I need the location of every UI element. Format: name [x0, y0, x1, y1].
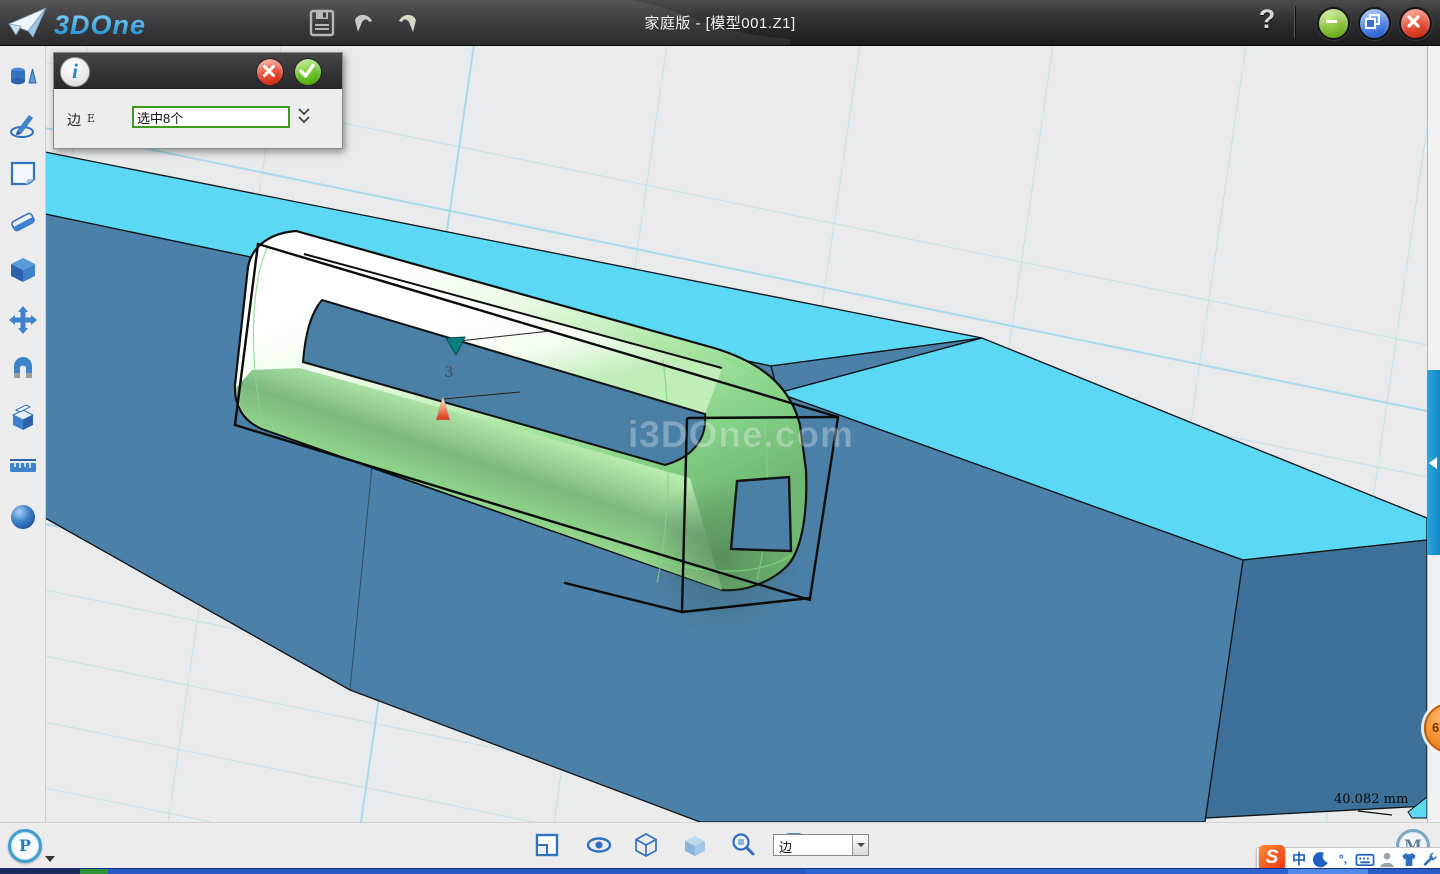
moon-icon[interactable]: [1311, 850, 1331, 869]
keyboard-icon[interactable]: [1355, 850, 1375, 869]
solid-cube-icon[interactable]: [7, 254, 39, 286]
skin-shirt-icon[interactable]: [1399, 850, 1419, 869]
undo-icon[interactable]: [350, 8, 380, 38]
model-end-hole[interactable]: [731, 477, 791, 551]
measure-ruler-icon[interactable]: [7, 451, 39, 483]
material-sphere-icon[interactable]: [7, 501, 39, 533]
redo-icon[interactable]: [391, 8, 421, 38]
collapsed-panel-tab[interactable]: [1427, 370, 1440, 555]
ime-language-toggle[interactable]: 中: [1289, 850, 1309, 869]
dialog-body: 边 E: [54, 89, 342, 148]
close-button[interactable]: [1399, 7, 1432, 40]
paper-plane-icon: [9, 8, 46, 37]
edge-marker-label: 3: [444, 363, 454, 381]
dialog-confirm-button[interactable]: [294, 58, 322, 86]
edge-select-dialog: i 边 E: [53, 52, 343, 149]
punctuation-toggle[interactable]: °,: [1333, 850, 1353, 869]
layout-corner-icon[interactable]: [534, 832, 560, 858]
help-icon[interactable]: ?: [1252, 4, 1282, 40]
view-mode-dropdown[interactable]: 边: [773, 834, 869, 856]
expand-chevron-icon[interactable]: [296, 105, 312, 129]
magnet-icon[interactable]: [7, 352, 39, 384]
edge-field-label: 边: [67, 110, 81, 130]
visibility-eye-icon[interactable]: [586, 832, 612, 858]
edge-field-key: E: [87, 112, 95, 125]
edge-select-input[interactable]: [132, 106, 290, 128]
plugin-badge-left[interactable]: P: [8, 829, 42, 863]
save-icon[interactable]: [307, 8, 337, 38]
sketch-pencil-icon[interactable]: [7, 109, 39, 141]
taskbar-sliver: [0, 868, 1440, 874]
shaded-cube-icon[interactable]: [682, 832, 708, 858]
move-cross-icon[interactable]: [7, 304, 39, 336]
app-logo-text: 3DOne: [54, 10, 146, 40]
titlebar-separator: [1294, 6, 1295, 38]
minimize-button[interactable]: [1317, 7, 1350, 40]
primitive-solids-icon[interactable]: [7, 61, 39, 93]
titlebar: 3DOne 家庭版 - [模型001.Z1] ?: [0, 0, 1440, 46]
app-logo: 3DOne: [6, 4, 196, 42]
window-title: 家庭版 - [模型001.Z1]: [520, 12, 920, 33]
sketch-plane-icon[interactable]: [7, 157, 39, 189]
arrow-left-icon: [1429, 457, 1437, 469]
zoom-magnifier-icon[interactable]: [730, 832, 756, 858]
measurement-label: 40.082 mm: [1334, 792, 1408, 807]
dialog-header: i: [54, 53, 342, 89]
watermark: i3DOne.com: [628, 414, 854, 455]
bottom-toolbar: 边: [0, 822, 1440, 869]
dropdown-arrow-icon[interactable]: [852, 835, 868, 855]
user-profile-icon[interactable]: [1377, 850, 1397, 869]
restore-button[interactable]: [1358, 7, 1391, 40]
view-mode-value: 边: [779, 837, 792, 856]
dialog-cancel-button[interactable]: [256, 58, 284, 86]
wrench-icon[interactable]: [1420, 850, 1440, 869]
info-icon: i: [60, 57, 90, 87]
viewport-3d-scene[interactable]: 3 i3DOne.com 40.082 mm: [45, 45, 1427, 822]
left-toolbar: [0, 45, 46, 823]
eraser-icon[interactable]: [7, 206, 39, 238]
combine-box-icon[interactable]: [7, 401, 39, 433]
wireframe-cube-icon[interactable]: [633, 832, 659, 858]
